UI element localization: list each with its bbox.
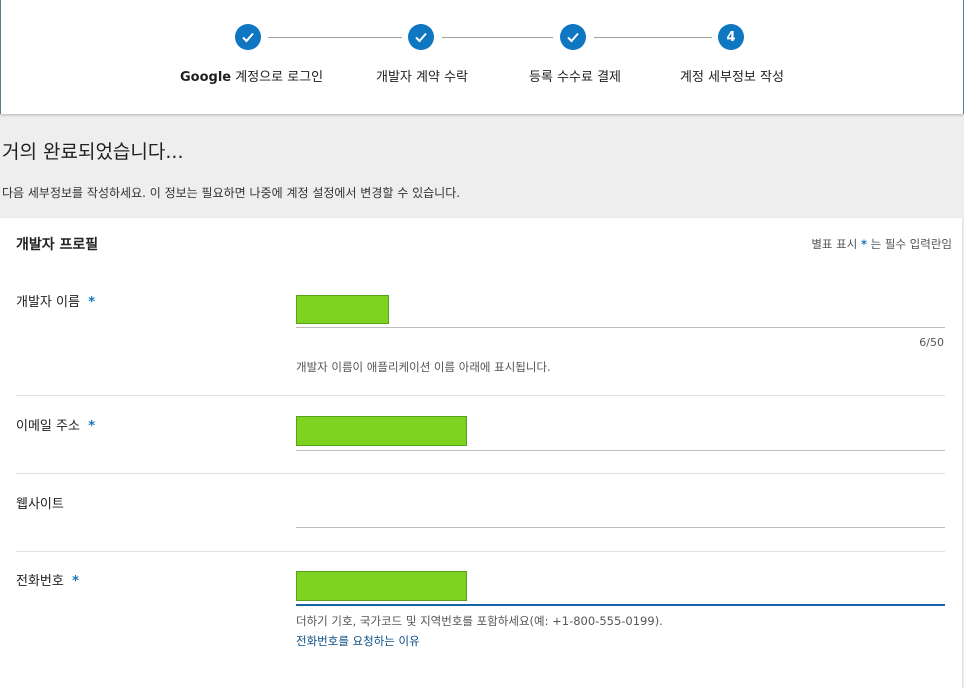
email-underline [296, 450, 945, 451]
step-3-label: 등록 수수료 결제 [529, 70, 621, 85]
website-input[interactable] [296, 488, 945, 526]
developer-name-underline [296, 327, 945, 328]
step-connector [442, 37, 553, 38]
step-3-check-icon [560, 24, 586, 50]
step-1-check-icon [235, 24, 261, 50]
row-divider [16, 551, 945, 552]
required-note: 별표 표시 * 는 필수 입력란임 [811, 237, 952, 251]
step-2-label: 개발자 계약 수락 [376, 70, 468, 85]
page-description: 다음 세부정보를 작성하세요. 이 정보는 필요하면 나중에 계정 설정에서 변… [2, 186, 461, 200]
step-connector [268, 37, 402, 38]
developer-name-label: 개발자 이름 * [16, 295, 96, 310]
row-divider [16, 395, 945, 396]
phone-label: 전화번호 * [16, 574, 79, 589]
required-star-icon: * [88, 419, 96, 434]
email-label: 이메일 주소 * [16, 419, 96, 434]
registration-stepper: 4 Google 계정으로 로그인 개발자 계약 수락 등록 수수료 결제 계정… [0, 0, 964, 114]
required-star-icon: * [860, 237, 867, 251]
card-title: 개발자 프로필 [16, 237, 99, 253]
website-label: 웹사이트 [16, 497, 64, 512]
phone-reason-link[interactable]: 전화번호를 요청하는 이유 [296, 633, 420, 649]
step-1-label: Google 계정으로 로그인 [180, 70, 324, 85]
step-4-number: 4 [718, 24, 744, 50]
page-title: 거의 완료되었습니다... [2, 141, 184, 163]
required-star-icon: * [72, 574, 79, 589]
developer-name-counter: 6/50 [919, 336, 944, 349]
phone-hint: 더하기 기호, 국가코드 및 지역번호를 포함하세요(예: +1-800-555… [296, 614, 663, 628]
developer-name-input[interactable] [296, 295, 389, 324]
phone-underline [296, 604, 945, 606]
developer-profile-card: 개발자 프로필 별표 표시 * 는 필수 입력란임 개발자 이름 * 6/50 … [0, 218, 962, 688]
website-underline [296, 527, 945, 528]
email-input[interactable] [296, 416, 467, 446]
developer-name-hint: 개발자 이름이 애플리케이션 이름 아래에 표시됩니다. [296, 360, 551, 374]
step-connector [594, 37, 712, 38]
step-2-check-icon [408, 24, 434, 50]
row-divider [16, 473, 945, 474]
phone-input[interactable] [296, 571, 467, 601]
required-star-icon: * [88, 295, 96, 310]
step-4-label: 계정 세부정보 작성 [680, 70, 784, 85]
